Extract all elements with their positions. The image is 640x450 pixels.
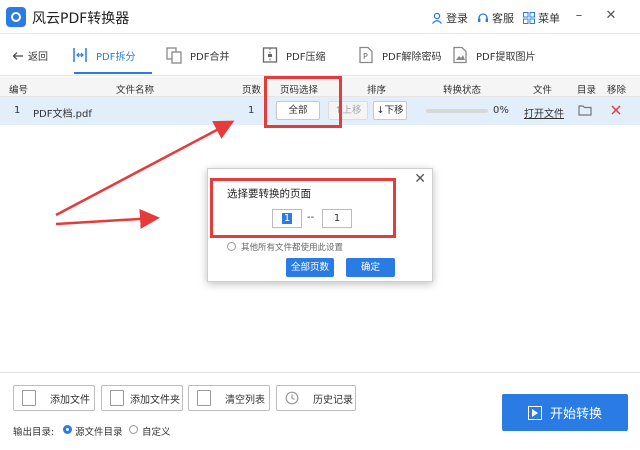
- trash-icon: [197, 390, 211, 406]
- menu-grid-icon: [523, 12, 535, 24]
- tab-label: PDF压缩: [286, 51, 326, 63]
- custom-dir-label: 自定义: [142, 427, 171, 438]
- add-folder-label: 添加文件夹: [130, 394, 180, 406]
- tab-label: PDF解除密码: [382, 51, 442, 63]
- annotation-arrow-to-dialog: [55, 208, 160, 229]
- col-remove: 移除: [607, 85, 627, 96]
- apply-all-label: 其他所有文件都使用此设置: [241, 243, 344, 253]
- compress-icon: [262, 47, 278, 63]
- headset-icon: [478, 13, 488, 22]
- tab-pdf-split[interactable]: PDF拆分: [72, 34, 154, 76]
- app-logo-icon: [6, 7, 26, 27]
- merge-icon: [166, 47, 182, 64]
- dialog-close-icon[interactable]: ✕: [414, 171, 426, 187]
- add-file-icon: [22, 390, 36, 406]
- login-button[interactable]: 登录: [431, 10, 468, 26]
- back-button[interactable]: 返回: [12, 48, 48, 63]
- tab-pdf-compress[interactable]: PDF压缩: [262, 34, 325, 76]
- play-icon: [527, 405, 542, 420]
- tool-tab-bar: 返回 PDF拆分 PDF合并 PDF压缩 P PDF解除密码 PDF提取图片: [0, 34, 640, 76]
- user-icon: [431, 12, 443, 24]
- col-directory: 目录: [577, 85, 597, 96]
- unlock-file-icon: P: [359, 46, 373, 64]
- custom-dir-radio[interactable]: [129, 425, 138, 434]
- col-number: 编号: [9, 85, 29, 96]
- tab-label: PDF拆分: [96, 51, 136, 63]
- back-label: 返回: [28, 52, 48, 63]
- output-dir-label: 输出目录:: [13, 427, 55, 438]
- confirm-button[interactable]: 确定: [346, 258, 395, 277]
- clear-list-label: 清空列表: [225, 394, 265, 406]
- move-down-button[interactable]: ↓下移: [373, 101, 407, 120]
- col-status: 转换状态: [443, 85, 482, 96]
- move-down-label: 下移: [384, 105, 404, 116]
- service-button[interactable]: 客服: [477, 10, 514, 26]
- minimize-icon[interactable]: –: [571, 8, 587, 23]
- login-label: 登录: [446, 12, 468, 25]
- col-file: 文件: [533, 85, 553, 96]
- history-label: 历史记录: [313, 394, 353, 406]
- clear-list-button[interactable]: 清空列表: [188, 385, 270, 411]
- col-filename: 文件名称: [116, 85, 155, 96]
- annotation-box-page-select: [264, 76, 342, 128]
- menu-button[interactable]: 菜单: [523, 10, 560, 26]
- tab-label: PDF合并: [190, 51, 230, 63]
- split-icon: [73, 48, 87, 62]
- annotation-box-dialog: [210, 178, 396, 238]
- row-index: 1: [14, 105, 21, 116]
- tab-pdf-merge[interactable]: PDF合并: [166, 34, 229, 76]
- svg-text:P: P: [363, 52, 368, 61]
- row-pages: 1: [248, 105, 255, 116]
- start-convert-button[interactable]: 开始转换: [502, 394, 628, 431]
- add-file-button[interactable]: 添加文件: [13, 385, 95, 411]
- clock-icon: [285, 391, 299, 405]
- extract-image-icon: [453, 46, 467, 64]
- service-label: 客服: [492, 12, 514, 25]
- app-title: 风云PDF转换器: [32, 11, 130, 27]
- conversion-progress-bar: [426, 109, 488, 113]
- start-convert-label: 开始转换: [549, 407, 602, 422]
- add-folder-icon: [110, 390, 124, 406]
- all-pages-button[interactable]: 全部页数: [286, 258, 334, 277]
- col-order: 排序: [367, 85, 387, 96]
- add-folder-button[interactable]: 添加文件夹: [101, 385, 183, 411]
- history-button[interactable]: 历史记录: [276, 385, 356, 411]
- open-file-link[interactable]: 打开文件: [524, 105, 564, 120]
- tab-pdf-unlock[interactable]: P PDF解除密码: [358, 34, 441, 76]
- title-bar: 风云PDF转换器 登录 客服 菜单 – ✕: [0, 0, 640, 34]
- move-up-label: 上移: [342, 105, 362, 116]
- add-file-label: 添加文件: [50, 394, 90, 406]
- progress-text: 0%: [493, 105, 509, 116]
- remove-icon[interactable]: [611, 105, 621, 115]
- annotation-arrow-to-column: [55, 120, 235, 217]
- arrow-left-icon: [12, 51, 23, 60]
- apply-all-radio[interactable]: [227, 242, 236, 251]
- col-pages: 页数: [242, 85, 262, 96]
- row-filename: PDF文档.pdf: [33, 109, 92, 120]
- menu-label: 菜单: [538, 12, 560, 25]
- tab-pdf-extract-images[interactable]: PDF提取图片: [452, 34, 535, 76]
- source-dir-label: 源文件目录: [75, 427, 123, 438]
- bottom-panel: 添加文件 添加文件夹 清空列表 历史记录 输出目录: 源文件目录 自定义 开始转…: [0, 372, 640, 450]
- folder-icon[interactable]: [578, 104, 592, 116]
- tab-label: PDF提取图片: [476, 51, 536, 63]
- source-dir-radio[interactable]: [63, 425, 72, 434]
- close-window-icon[interactable]: ✕: [603, 8, 619, 23]
